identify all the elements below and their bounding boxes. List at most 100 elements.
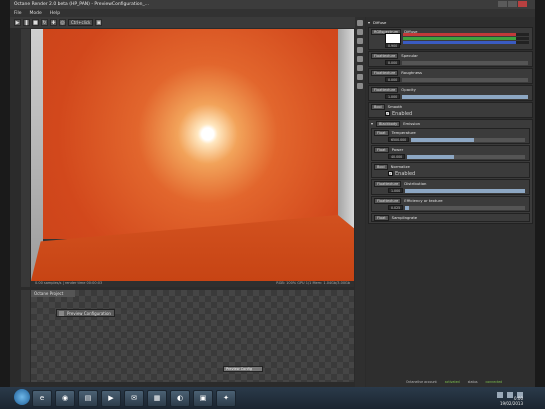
- efficiency-value[interactable]: 0.025: [388, 205, 404, 210]
- left-icon-strip: [21, 29, 30, 287]
- power-value[interactable]: 40.000: [388, 154, 406, 159]
- taskbar-app-explorer[interactable]: ▤: [78, 389, 98, 407]
- taskbar-app-tool[interactable]: ✦: [216, 389, 236, 407]
- distribution-type-combo[interactable]: Floattexture: [374, 180, 402, 187]
- application-window: Octane Render 2.0 beta (HP_PAN) - Previe…: [10, 0, 535, 409]
- taskbar-app-viewer[interactable]: ▣: [193, 389, 213, 407]
- menu-mode[interactable]: Mode: [30, 11, 42, 16]
- distribution-slider[interactable]: [405, 188, 525, 193]
- temperature-type-combo[interactable]: Float: [374, 129, 389, 136]
- emission-label: Emission: [403, 121, 421, 126]
- efficiency-label: Efficiency or texture: [404, 198, 443, 203]
- opacity-value[interactable]: 1.000: [385, 94, 401, 99]
- normalize-section: Bool Normalize ✓ Enabled: [371, 162, 530, 178]
- efficiency-section: Floattexture Efficiency or texture 0.025: [371, 196, 530, 212]
- render-viewport[interactable]: [31, 29, 354, 281]
- lock-icon[interactable]: ▣: [95, 19, 103, 26]
- taskbar-app-chrome[interactable]: ◉: [55, 389, 75, 407]
- diffuse-value[interactable]: 0.900: [385, 43, 401, 48]
- inspector-header: ▾ Diffuse: [366, 19, 535, 26]
- close-button[interactable]: [518, 1, 527, 7]
- right-tool-column: [355, 17, 365, 387]
- specular-label: Specular: [401, 53, 418, 58]
- collapse-icon[interactable]: ▾: [368, 20, 370, 25]
- opacity-type-combo[interactable]: Floattexture: [371, 86, 399, 93]
- menu-bar: File Mode Help: [10, 9, 535, 17]
- tool-icon[interactable]: [357, 56, 363, 62]
- temperature-slider[interactable]: [411, 137, 525, 142]
- menu-help[interactable]: Help: [50, 11, 60, 16]
- power-type-combo[interactable]: Float: [374, 146, 389, 153]
- taskbar-app-ie[interactable]: e: [32, 389, 52, 407]
- specular-value[interactable]: 0.000: [385, 60, 401, 65]
- specular-slider[interactable]: [402, 60, 528, 65]
- connection-label: status: [467, 379, 478, 384]
- normalize-checkbox[interactable]: ✓: [388, 171, 393, 176]
- camera-icon[interactable]: ◎: [59, 19, 66, 26]
- preview-configuration-button[interactable]: Preview Configuration: [56, 309, 115, 317]
- tool-icon[interactable]: [357, 74, 363, 80]
- normalize-type-combo[interactable]: Bool: [374, 163, 388, 170]
- power-label: Power: [391, 147, 404, 152]
- start-button[interactable]: [14, 389, 30, 405]
- tool-icon[interactable]: [357, 47, 363, 53]
- node-editor-panel[interactable]: Octane Project Preview Configuration Pre…: [31, 290, 354, 382]
- smooth-section: Bool Smooth ✓ Enabled: [368, 102, 533, 118]
- pause-render-icon[interactable]: ❚: [23, 19, 30, 26]
- taskbar-clock[interactable]: 0:00 19/02/2013: [500, 396, 523, 406]
- samplingrate-section: Float Samplingrate: [371, 213, 530, 222]
- efficiency-type-combo[interactable]: Floattexture: [374, 197, 402, 204]
- restart-render-icon[interactable]: ↻: [41, 19, 48, 26]
- samplingrate-type-combo[interactable]: Float: [374, 214, 389, 221]
- account-status: activated: [444, 379, 460, 384]
- roughness-label: Roughness: [401, 70, 423, 75]
- tool-icon[interactable]: [357, 20, 363, 26]
- smooth-type-combo[interactable]: Bool: [371, 103, 385, 110]
- distribution-label: Distribution: [404, 181, 427, 186]
- tab-octane-project[interactable]: Octane Project: [31, 290, 75, 297]
- viewport-status-bar: 0.00 samples/s | render time 00:00:03 RG…: [31, 281, 354, 287]
- account-status-bar: Octanelive account activated status conn…: [366, 378, 535, 385]
- maximize-button[interactable]: [508, 1, 517, 7]
- menu-file[interactable]: File: [14, 11, 22, 16]
- rgb-sliders[interactable]: [403, 33, 529, 44]
- start-render-icon[interactable]: ▶: [14, 19, 21, 26]
- viewport-toolbar: ▶ ❚ ■ ↻ ✚ ◎ Ctrl+click ▣: [10, 17, 355, 28]
- temperature-section: Float Temperature 6500.000: [371, 128, 530, 144]
- node-graph-icon: [59, 311, 64, 316]
- tool-icon[interactable]: [357, 38, 363, 44]
- efficiency-slider[interactable]: [405, 205, 525, 210]
- expand-icon[interactable]: ▾: [371, 121, 373, 126]
- minimize-button[interactable]: [498, 1, 507, 7]
- tool-icon[interactable]: [357, 65, 363, 71]
- smooth-checkbox[interactable]: ✓: [385, 111, 390, 116]
- zoom-combo[interactable]: Ctrl+click: [68, 19, 94, 26]
- power-slider[interactable]: [407, 154, 525, 159]
- clock-date: 19/02/2013: [499, 401, 523, 406]
- normalize-label: Normalize: [390, 164, 410, 169]
- opacity-slider[interactable]: [402, 94, 528, 99]
- taskbar-app-zip[interactable]: ▦: [147, 389, 167, 407]
- focus-picker-icon[interactable]: ✚: [50, 19, 57, 26]
- temperature-value[interactable]: 6500.000: [388, 137, 410, 142]
- specular-type-combo[interactable]: Floattexture: [371, 52, 399, 59]
- smooth-label: Smooth: [387, 104, 403, 109]
- opacity-section: Floattexture Opacity 1.000: [368, 85, 533, 101]
- emission-type-combo[interactable]: Blackbody: [376, 120, 401, 127]
- distribution-value[interactable]: 1.000: [388, 188, 404, 193]
- connection-status: connected: [485, 379, 503, 384]
- window-title: Octane Render 2.0 beta (HP_PAN) - Previe…: [14, 2, 149, 7]
- roughness-slider[interactable]: [402, 77, 528, 82]
- preview-config-node[interactable]: Preview Config: [223, 366, 263, 372]
- power-section: Float Power 40.000: [371, 145, 530, 161]
- render-stats-left: 0.00 samples/s | render time 00:00:03: [35, 281, 103, 285]
- taskbar-app-octane[interactable]: ◐: [170, 389, 190, 407]
- roughness-type-combo[interactable]: Floattexture: [371, 69, 399, 76]
- stop-render-icon[interactable]: ■: [32, 19, 39, 26]
- taskbar-app-player[interactable]: ▶: [101, 389, 121, 407]
- roughness-value[interactable]: 0.000: [385, 77, 401, 82]
- tool-icon[interactable]: [357, 83, 363, 89]
- taskbar-app-mail[interactable]: ✉: [124, 389, 144, 407]
- title-bar: Octane Render 2.0 beta (HP_PAN) - Previe…: [10, 0, 535, 9]
- tool-icon[interactable]: [357, 29, 363, 35]
